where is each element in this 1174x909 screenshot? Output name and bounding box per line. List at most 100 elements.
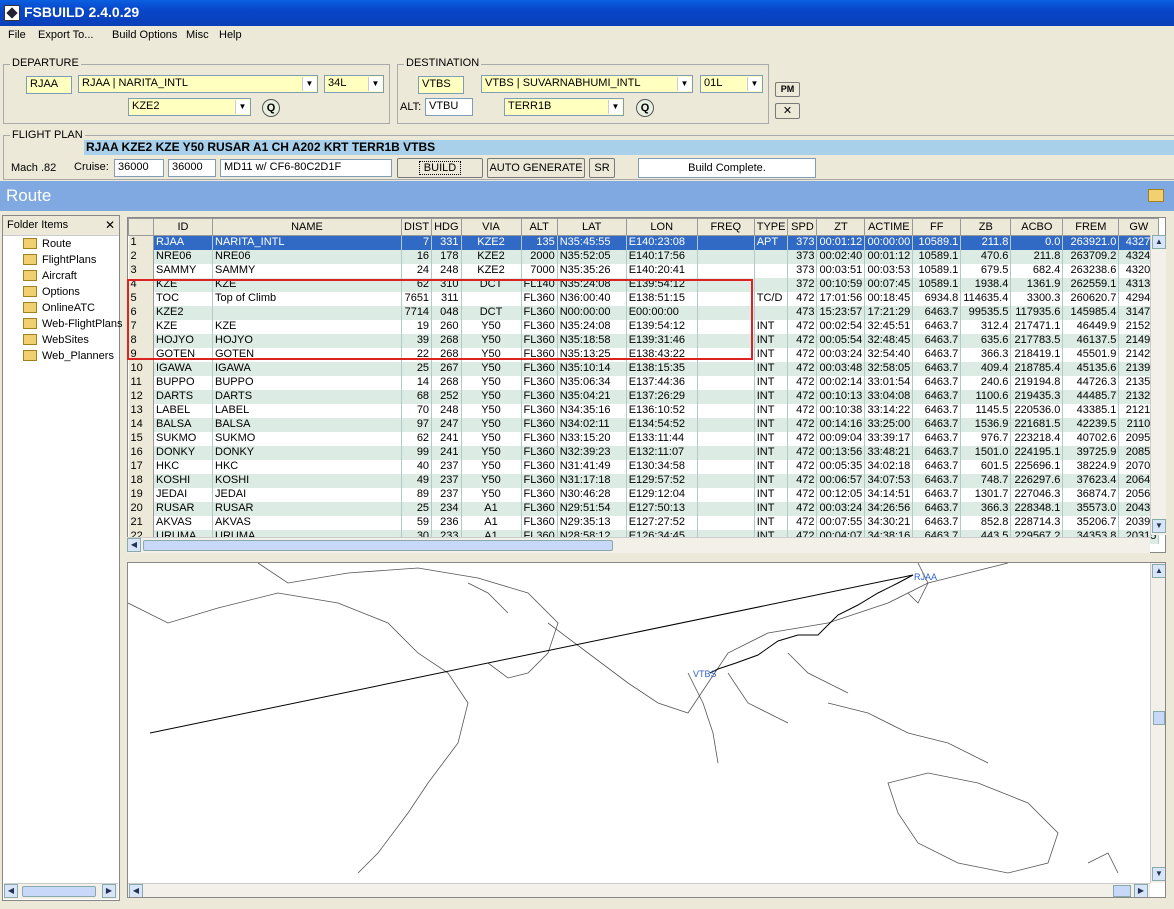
column-header[interactable]: HDG	[431, 218, 462, 236]
cruise-altitude-field-2[interactable]: 36000	[168, 159, 216, 177]
folder-item-web-planners[interactable]: Web_Planners	[23, 350, 114, 366]
menu-file[interactable]: File	[8, 29, 26, 41]
aircraft-field[interactable]: MD11 w/ CF6-80C2D1F	[220, 159, 392, 177]
folder-item-route[interactable]: Route	[23, 238, 71, 254]
scroll-thumb[interactable]	[22, 886, 96, 897]
folder-icon[interactable]	[1148, 189, 1164, 202]
menu-export[interactable]: Export To...	[38, 29, 93, 41]
folder-item-websites[interactable]: WebSites	[23, 334, 89, 350]
scroll-right-icon[interactable]: ▶	[102, 884, 116, 898]
table-row[interactable]: 21 AKVAS AKVAS 59 236 A1 FL360 N29:35:13 E127:27…	[128, 515, 1160, 530]
chevron-down-icon[interactable]: ▼	[747, 77, 761, 91]
column-header[interactable]: FREQ	[696, 218, 755, 236]
departure-search-button[interactable]: Q	[262, 99, 280, 117]
table-cell: 145985.4	[1062, 305, 1120, 320]
folder-item-options[interactable]: Options	[23, 286, 80, 302]
column-header[interactable]	[128, 218, 154, 236]
scroll-down-icon[interactable]: ▼	[1152, 519, 1166, 533]
clear-button[interactable]: ✕	[775, 103, 800, 119]
table-row[interactable]: 20 RUSAR RUSAR 25 234 A1 FL360 N29:51:54 E127:50…	[128, 501, 1160, 516]
map-hscrollbar[interactable]: ◀ ▶	[128, 883, 1150, 897]
destination-icao-field[interactable]: VTBS	[418, 76, 464, 94]
close-icon[interactable]: ✕	[105, 218, 115, 232]
destination-airport-select[interactable]: VTBS | SUVARNABHUMI_INTL ▼	[481, 75, 693, 93]
chevron-down-icon[interactable]: ▼	[368, 77, 382, 91]
table-cell: 117935.6	[1010, 305, 1064, 320]
table-row[interactable]: 13 LABEL LABEL 70 248 Y50 FL360 N34:35:16 E136:1…	[128, 403, 1160, 418]
table-row[interactable]: 11 BUPPO BUPPO 14 268 Y50 FL360 N35:06:34 E137:4…	[128, 375, 1160, 390]
scroll-left-icon[interactable]: ◀	[127, 538, 141, 552]
scroll-up-icon[interactable]: ▲	[1152, 564, 1165, 578]
table-row[interactable]: 12 DARTS DARTS 68 252 Y50 FL360 N35:04:21 E137:2…	[128, 389, 1160, 404]
table-cell: E127:27:52	[626, 515, 698, 530]
table-row[interactable]: 3 SAMMY SAMMY 24 248 KZE2 7000 N35:35:26 E140:20…	[128, 263, 1160, 278]
menu-build-options[interactable]: Build Options	[112, 29, 177, 41]
table-row[interactable]: 19 JEDAI JEDAI 89 237 Y50 FL360 N30:46:28 E129:1…	[128, 487, 1160, 502]
menu-misc[interactable]: Misc	[186, 29, 209, 41]
column-header[interactable]: LON	[625, 218, 698, 236]
scroll-thumb[interactable]	[1113, 885, 1131, 897]
column-header[interactable]: TYPE	[753, 218, 789, 236]
table-row[interactable]: 10 IGAWA IGAWA 25 267 Y50 FL360 N35:10:14 E138:1…	[128, 361, 1160, 376]
chevron-down-icon[interactable]: ▼	[677, 77, 691, 91]
route-map[interactable]: RJAA VTBS ▲ ▼ ◀ ▶	[127, 562, 1166, 898]
table-row[interactable]: 2 NRE06 NRE06 16 178 KZE2 2000 N35:52:05 E140:17…	[128, 249, 1160, 264]
grid-vscrollbar[interactable]: ▲ ▼	[1150, 235, 1166, 535]
column-header[interactable]: ACBO	[1010, 218, 1064, 236]
folder-item-flightplans[interactable]: FlightPlans	[23, 254, 96, 270]
table-cell: 682.4	[1010, 263, 1064, 278]
column-header[interactable]: GW	[1118, 218, 1160, 236]
scroll-right-icon[interactable]: ▶	[1134, 884, 1148, 897]
folder-item-onlineatc[interactable]: OnlineATC	[23, 302, 95, 318]
scroll-left-icon[interactable]: ◀	[4, 884, 18, 898]
chevron-down-icon[interactable]: ▼	[608, 100, 622, 114]
departure-icao-field[interactable]: RJAA	[26, 76, 72, 94]
scroll-thumb[interactable]	[1153, 711, 1165, 725]
auto-generate-button[interactable]: AUTO GENERATE	[487, 158, 585, 178]
column-header[interactable]: ZB	[960, 218, 1012, 236]
table-cell: 223218.4	[1010, 431, 1064, 446]
alternate-field[interactable]: VTBU	[425, 98, 473, 116]
table-cell: N35:10:14	[557, 361, 627, 376]
pm-button[interactable]: PM	[775, 82, 800, 97]
departure-runway-select[interactable]: 34L ▼	[324, 75, 384, 93]
chevron-down-icon[interactable]: ▼	[302, 77, 316, 91]
grid-hscrollbar[interactable]: ◀	[127, 537, 1150, 553]
departure-sid-select[interactable]: KZE2 ▼	[128, 98, 251, 116]
scroll-up-icon[interactable]: ▲	[1152, 235, 1166, 249]
column-header[interactable]: ID	[153, 218, 213, 236]
destination-runway-select[interactable]: 01L ▼	[700, 75, 763, 93]
build-button[interactable]: BUILD	[397, 158, 483, 178]
column-header[interactable]: LAT	[556, 218, 627, 236]
destination-search-button[interactable]: Q	[636, 99, 654, 117]
table-row[interactable]: 14 BALSA BALSA 97 247 Y50 FL360 N34:02:11 E134:5…	[128, 417, 1160, 432]
column-header[interactable]: DIST	[400, 218, 433, 236]
folder-item-web-flightplans[interactable]: Web-FlightPlans	[23, 318, 123, 334]
scroll-left-icon[interactable]: ◀	[129, 884, 143, 897]
column-header[interactable]: FREM	[1062, 218, 1120, 236]
column-header[interactable]: ALT	[520, 218, 558, 236]
chevron-down-icon[interactable]: ▼	[235, 100, 249, 114]
column-header[interactable]: VIA	[460, 218, 522, 236]
scroll-thumb[interactable]	[143, 540, 613, 551]
table-row[interactable]: 18 KOSHI KOSHI 49 237 Y50 FL360 N31:17:18 E129:5…	[128, 473, 1160, 488]
sr-button[interactable]: SR	[589, 158, 615, 178]
table-row[interactable]: 1 RJAA NARITA_INTL 7 331 KZE2 135 N35:45:55 E140…	[128, 235, 1160, 250]
column-header[interactable]: FF	[912, 218, 962, 236]
departure-airport-select[interactable]: RJAA | NARITA_INTL ▼	[78, 75, 318, 93]
scroll-down-icon[interactable]: ▼	[1152, 867, 1165, 881]
column-header[interactable]: ZT	[816, 218, 866, 236]
table-row[interactable]: 16 DONKY DONKY 99 241 Y50 FL360 N32:39:23 E132:1…	[128, 445, 1160, 460]
column-header[interactable]: NAME	[212, 218, 402, 236]
map-vscrollbar[interactable]: ▲ ▼	[1150, 563, 1165, 883]
column-header[interactable]: ACTIME	[864, 218, 914, 236]
folder-item-aircraft[interactable]: Aircraft	[23, 270, 77, 286]
folder-hscrollbar[interactable]: ◀ ▶	[4, 883, 118, 899]
column-header[interactable]: SPD	[787, 218, 818, 236]
table-row[interactable]: 17 HKC HKC 40 237 Y50 FL360 N31:41:49 E130:34:58…	[128, 459, 1160, 474]
table-row[interactable]: 15 SUKMO SUKMO 62 241 Y50 FL360 N33:15:20 E133:1…	[128, 431, 1160, 446]
menu-help[interactable]: Help	[219, 29, 242, 41]
destination-star-select[interactable]: TERR1B ▼	[504, 98, 624, 116]
cruise-altitude-field[interactable]: 36000	[114, 159, 164, 177]
table-cell: APT	[754, 235, 789, 250]
